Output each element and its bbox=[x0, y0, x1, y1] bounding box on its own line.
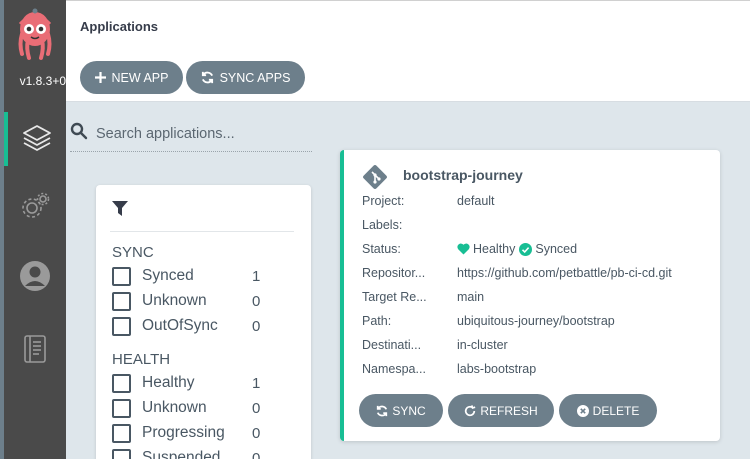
divider bbox=[110, 231, 294, 232]
side-nav: v1.8.3+0 bbox=[0, 0, 66, 459]
app-row-project: Project: default bbox=[362, 194, 712, 208]
health-status-label: Healthy bbox=[473, 242, 516, 256]
filter-count: 0 bbox=[252, 424, 261, 442]
repo-url[interactable]: https://github.com/petbattle/pb-ci-cd.gi… bbox=[457, 266, 672, 280]
search-bar bbox=[70, 116, 312, 152]
delete-label: DELETE bbox=[592, 403, 640, 418]
app-name[interactable]: bootstrap-journey bbox=[403, 167, 523, 183]
page-title: Applications bbox=[80, 19, 159, 34]
row-value: main bbox=[457, 290, 485, 304]
filter-count: 0 bbox=[252, 449, 261, 459]
docs-book-icon bbox=[21, 334, 49, 369]
row-value: in-cluster bbox=[457, 338, 508, 352]
app-row-destination: Destinati... in-cluster bbox=[362, 338, 712, 352]
row-key: Namespa... bbox=[362, 362, 426, 376]
row-value: labs-bootstrap bbox=[457, 362, 537, 376]
app-card[interactable]: bootstrap-journey Project: default Label… bbox=[340, 150, 720, 441]
row-key: Labels: bbox=[362, 218, 403, 232]
search-input[interactable] bbox=[96, 125, 306, 142]
git-icon bbox=[362, 164, 388, 195]
filter-label: OutOfSync bbox=[142, 317, 218, 334]
filter-count: 1 bbox=[252, 267, 261, 285]
times-circle-icon bbox=[576, 404, 589, 417]
checkbox[interactable] bbox=[112, 266, 131, 286]
filter-label: Progressing bbox=[142, 424, 225, 441]
search-icon bbox=[70, 122, 88, 145]
checkbox[interactable] bbox=[112, 291, 131, 311]
top-bar: Applications bbox=[66, 0, 750, 50]
row-value: Healthy Synced bbox=[457, 242, 577, 256]
row-key: Target Re... bbox=[362, 290, 427, 304]
filter-icon[interactable] bbox=[112, 201, 128, 222]
heart-icon bbox=[457, 243, 470, 255]
filter-label: Synced bbox=[142, 267, 194, 284]
checkbox[interactable] bbox=[112, 373, 131, 393]
health-status: Healthy bbox=[457, 242, 515, 256]
new-app-label: NEW APP bbox=[111, 70, 169, 85]
sync-icon bbox=[377, 405, 388, 416]
row-value: default bbox=[457, 194, 495, 208]
filter-health-unknown[interactable]: Unknown 0 bbox=[112, 397, 272, 419]
app-row-repository: Repositor... https://github.com/petbattl… bbox=[362, 266, 712, 280]
filter-label: Healthy bbox=[142, 374, 195, 391]
checkbox[interactable] bbox=[112, 448, 131, 459]
sync-status-label: Synced bbox=[535, 242, 578, 256]
row-key: Status: bbox=[362, 242, 401, 256]
sync-section-label: SYNC bbox=[112, 244, 154, 261]
filter-count: 0 bbox=[252, 292, 261, 310]
app-row-status: Status: Healthy Synced bbox=[362, 242, 712, 256]
sync-label: SYNC bbox=[392, 403, 426, 418]
gears-icon bbox=[19, 191, 51, 228]
filter-label: Unknown bbox=[142, 399, 207, 416]
filters-panel: SYNC Synced 1 Unknown 0 OutOfSync 0 HEAL… bbox=[96, 185, 311, 459]
nav-applications[interactable] bbox=[4, 112, 66, 166]
filter-count: 0 bbox=[252, 317, 261, 335]
filter-sync-synced[interactable]: Synced 1 bbox=[112, 265, 272, 287]
refresh-label: REFRESH bbox=[480, 403, 538, 418]
nav-user-info[interactable] bbox=[4, 251, 66, 305]
user-avatar-icon bbox=[19, 260, 51, 297]
filter-health-suspended[interactable]: Suspended 0 bbox=[112, 447, 272, 459]
filter-sync-outofsync[interactable]: OutOfSync 0 bbox=[112, 315, 272, 337]
delete-button[interactable]: DELETE bbox=[559, 394, 657, 427]
app-row-namespace: Namespa... labs-bootstrap bbox=[362, 362, 712, 376]
checkbox[interactable] bbox=[112, 398, 131, 418]
filter-label: Suspended bbox=[142, 449, 221, 459]
app-row-target-revision: Target Re... main bbox=[362, 290, 712, 304]
version-label: v1.8.3+0 bbox=[19, 74, 66, 88]
row-key: Path: bbox=[362, 314, 392, 328]
row-key: Project: bbox=[362, 194, 405, 208]
nav-docs[interactable] bbox=[4, 324, 66, 378]
row-key: Destinati... bbox=[362, 338, 422, 352]
filter-health-progressing[interactable]: Progressing 0 bbox=[112, 422, 272, 444]
nav-settings[interactable] bbox=[4, 182, 66, 236]
refresh-button[interactable]: REFRESH bbox=[448, 394, 554, 427]
sync-icon bbox=[201, 71, 213, 84]
app-row-path: Path: ubiquitous-journey/bootstrap bbox=[362, 314, 712, 328]
action-bar: NEW APP SYNC APPS bbox=[66, 50, 750, 102]
row-value: ubiquitous-journey/bootstrap bbox=[457, 314, 615, 328]
filter-count: 1 bbox=[252, 374, 261, 392]
sync-apps-button[interactable]: SYNC APPS bbox=[186, 61, 305, 94]
sync-status: Synced bbox=[519, 242, 577, 256]
filter-sync-unknown[interactable]: Unknown 0 bbox=[112, 290, 272, 312]
new-app-button[interactable]: NEW APP bbox=[80, 61, 183, 94]
health-section-label: HEALTH bbox=[112, 351, 171, 368]
app-row-labels: Labels: bbox=[362, 218, 712, 232]
argo-logo-icon[interactable] bbox=[4, 4, 66, 66]
refresh-icon bbox=[465, 404, 476, 416]
layers-icon bbox=[21, 121, 53, 158]
checkbox[interactable] bbox=[112, 316, 131, 336]
sync-apps-label: SYNC APPS bbox=[219, 70, 291, 85]
checkbox[interactable] bbox=[112, 423, 131, 443]
filter-health-healthy[interactable]: Healthy 1 bbox=[112, 372, 272, 394]
check-circle-icon bbox=[519, 242, 533, 256]
plus-icon bbox=[94, 72, 106, 83]
row-key: Repositor... bbox=[362, 266, 426, 280]
filter-label: Unknown bbox=[142, 292, 207, 309]
sync-button[interactable]: SYNC bbox=[359, 394, 443, 427]
filter-count: 0 bbox=[252, 399, 261, 417]
